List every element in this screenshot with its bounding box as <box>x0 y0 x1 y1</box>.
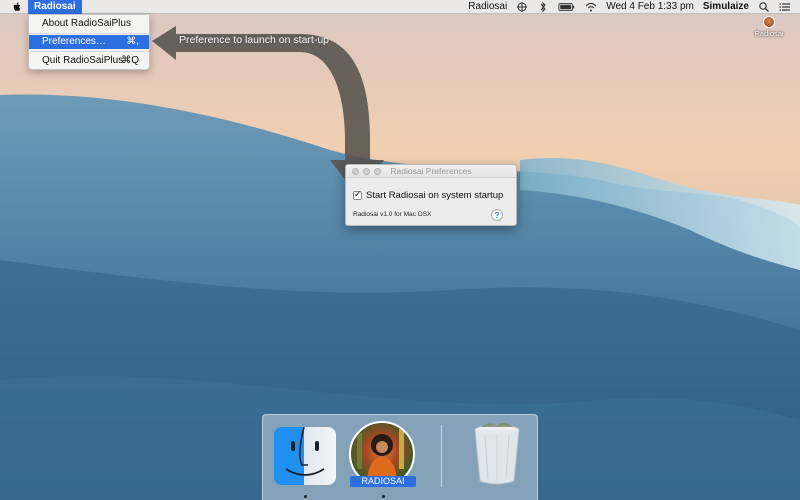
running-indicator <box>304 495 307 498</box>
trash-can <box>474 422 520 485</box>
version-text: Radiosai v1.0 for Mac OSX <box>353 211 432 218</box>
running-indicator <box>382 495 385 498</box>
app-menu-radiosai[interactable]: Radiosai <box>28 0 82 14</box>
menu-item-shortcut: ⌘, <box>126 36 139 47</box>
finder-icon[interactable] <box>274 427 336 485</box>
help-icon[interactable]: ? <box>491 209 503 221</box>
startup-checkbox[interactable] <box>353 189 362 200</box>
status-app-name[interactable]: Radiosai <box>468 0 507 14</box>
user-name[interactable]: Simulaize <box>703 0 749 14</box>
desktop-icon-label: Radiosai <box>754 29 784 38</box>
preferences-window: Radiosai Preferences Start Radiosai on s… <box>345 164 517 226</box>
annotation-text: Preference to launch on start-up <box>179 34 330 46</box>
dock-separator <box>441 425 442 487</box>
desktop-radiosai-icon[interactable]: Radiosai <box>752 16 786 38</box>
radiosai-avatar <box>763 16 775 28</box>
search-icon[interactable] <box>758 1 770 13</box>
menu-bar: Radiosai Radiosai Wed 4 Feb 1:33 pm Simu… <box>0 0 800 14</box>
menu-item-label: Quit RadioSaiPlus <box>42 55 124 66</box>
window-title: Radiosai Preferences <box>390 166 472 176</box>
menu-separator <box>29 51 149 52</box>
menu-item-label: Preferences… <box>42 36 106 47</box>
finder-face <box>285 427 325 476</box>
checkbox-label: Start Radiosai on system startup <box>366 190 504 201</box>
app-dropdown-menu: About RadioSaiPlus Preferences… ⌘, Quit … <box>28 14 150 70</box>
clock[interactable]: Wed 4 Feb 1:33 pm <box>606 0 694 14</box>
menu-item-preferences[interactable]: Preferences… ⌘, <box>29 35 149 49</box>
battery-icon[interactable] <box>558 1 576 13</box>
menu-item-about[interactable]: About RadioSaiPlus <box>29 17 149 31</box>
menu-item-quit[interactable]: Quit RadioSaiPlus ⌘Q <box>29 54 149 68</box>
bluetooth-icon[interactable] <box>537 1 549 13</box>
menu-item-shortcut: ⌘Q <box>121 55 139 66</box>
status-area: Radiosai Wed 4 Feb 1:33 pm Simulaize <box>468 0 800 14</box>
menu-item-label: About RadioSaiPlus <box>42 18 131 29</box>
radiosai-menu-icon[interactable] <box>516 1 528 13</box>
window-titlebar[interactable]: Radiosai Preferences <box>346 165 516 178</box>
list-icon[interactable] <box>779 1 791 13</box>
startup-option[interactable]: Start Radiosai on system startup <box>353 189 504 201</box>
trash-icon[interactable] <box>469 421 525 487</box>
dock-tooltip-label: RADIOSAI <box>350 476 416 487</box>
apple-icon[interactable] <box>11 1 23 13</box>
dock: RADIOSAI <box>262 414 538 500</box>
menu-separator <box>29 33 149 34</box>
wifi-icon[interactable] <box>585 1 597 13</box>
